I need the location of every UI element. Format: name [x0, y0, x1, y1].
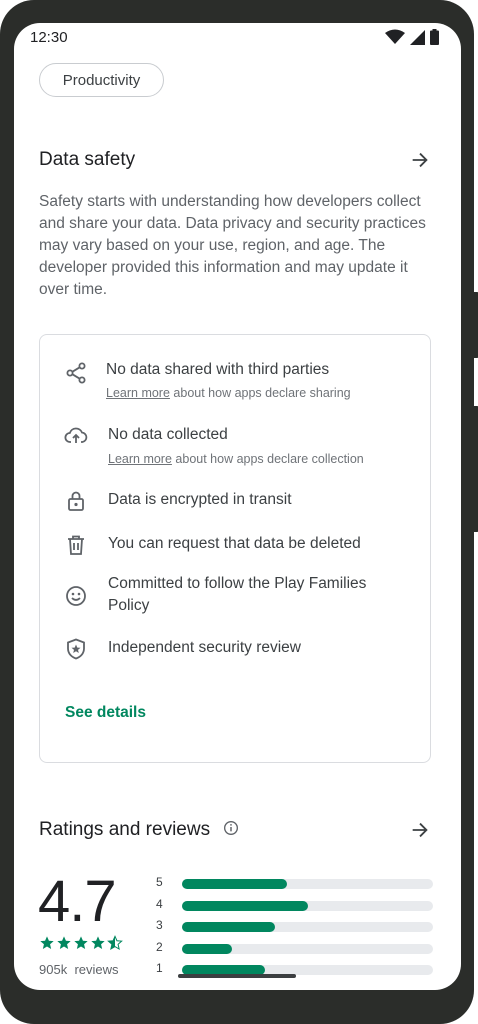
learn-more-suffix: about how apps declare sharing: [169, 386, 351, 400]
average-rating: 4.7: [38, 869, 117, 934]
rating-bar-fill: [182, 900, 308, 911]
wifi-icon: [385, 29, 405, 44]
data-safety-title[interactable]: Data safety: [39, 149, 135, 171]
data-safety-item-text: No data shared with third parties: [106, 361, 330, 378]
rating-bar-fill: [182, 943, 233, 954]
rating-bar-label: 2: [156, 939, 163, 954]
info-icon[interactable]: [223, 820, 239, 836]
rating-bar-row: 5: [156, 873, 433, 895]
rating-bar-label: 1: [156, 961, 163, 975]
learn-more-sharing[interactable]: Learn more about how apps declare sharin…: [106, 386, 351, 400]
shield-star-icon: [67, 638, 85, 660]
data-safety-item-text: Independent security review: [108, 639, 302, 656]
learn-more-suffix: about how apps declare collection: [171, 452, 364, 466]
star-full-icon: [57, 936, 71, 949]
star-half-icon: [107, 935, 123, 951]
data-safety-arrow-icon[interactable]: [409, 149, 431, 171]
smiley-badge-icon: [66, 586, 86, 606]
battery-icon: [430, 29, 439, 45]
learn-more-link[interactable]: Learn more: [108, 452, 172, 466]
cloud-upload-icon: [64, 427, 88, 443]
volume-button: [472, 406, 478, 532]
reviews-label: reviews: [74, 962, 119, 977]
category-chip[interactable]: Productivity: [39, 63, 164, 97]
star-full-icon: [40, 936, 54, 949]
star-full-icon: [91, 936, 105, 949]
rating-bar-row: 2: [156, 938, 433, 960]
star-full-icon: [74, 936, 88, 949]
data-safety-item-text: You can request that data be deleted: [108, 535, 361, 552]
data-safety-description: Safety starts with understanding how dev…: [39, 193, 426, 298]
rating-bar-track: [182, 922, 433, 932]
rating-distribution: 5 4 3 2 1: [156, 873, 433, 981]
data-safety-item-text: Data is encrypted in transit: [108, 491, 292, 508]
trash-icon: [68, 535, 84, 555]
rating-bar-label: 4: [156, 896, 163, 911]
data-safety-item-text: Committed to follow the Play Families Po…: [108, 575, 367, 614]
ratings-title[interactable]: Ratings and reviews: [39, 819, 239, 841]
rating-bar-row: 3: [156, 916, 433, 938]
lock-icon: [68, 491, 84, 511]
home-indicator[interactable]: [178, 974, 296, 978]
learn-more-link[interactable]: Learn more: [106, 386, 170, 400]
rating-bar-track: [182, 879, 433, 889]
power-button: [472, 292, 478, 358]
see-details-link[interactable]: See details: [65, 704, 146, 722]
reviews-count: 905k reviews: [39, 962, 119, 977]
share-icon: [66, 362, 86, 384]
rating-bar-track: [182, 943, 433, 954]
rating-bar-fill: [182, 922, 275, 932]
signal-icon: [410, 29, 425, 45]
data-safety-item-text: No data collected: [108, 426, 228, 443]
ratings-title-text: Ratings and reviews: [39, 819, 211, 840]
rating-bar-track: [182, 900, 433, 911]
ratings-arrow-icon[interactable]: [409, 819, 431, 841]
learn-more-collection[interactable]: Learn more about how apps declare collec…: [108, 452, 364, 466]
data-safety-card: No data shared with third parties Learn …: [39, 334, 431, 763]
status-time: 12:30: [30, 29, 68, 46]
status-bar: 12:30: [14, 23, 461, 53]
screen: 12:30 Productivity Data safety Safety st…: [14, 23, 461, 990]
rating-bar-label: 5: [156, 875, 163, 889]
rating-bar-row: 4: [156, 895, 433, 917]
rating-bar-label: 3: [156, 918, 163, 932]
rating-bar-fill: [182, 879, 288, 889]
rating-stars: [39, 935, 123, 951]
reviews-number: 905k: [39, 962, 68, 977]
